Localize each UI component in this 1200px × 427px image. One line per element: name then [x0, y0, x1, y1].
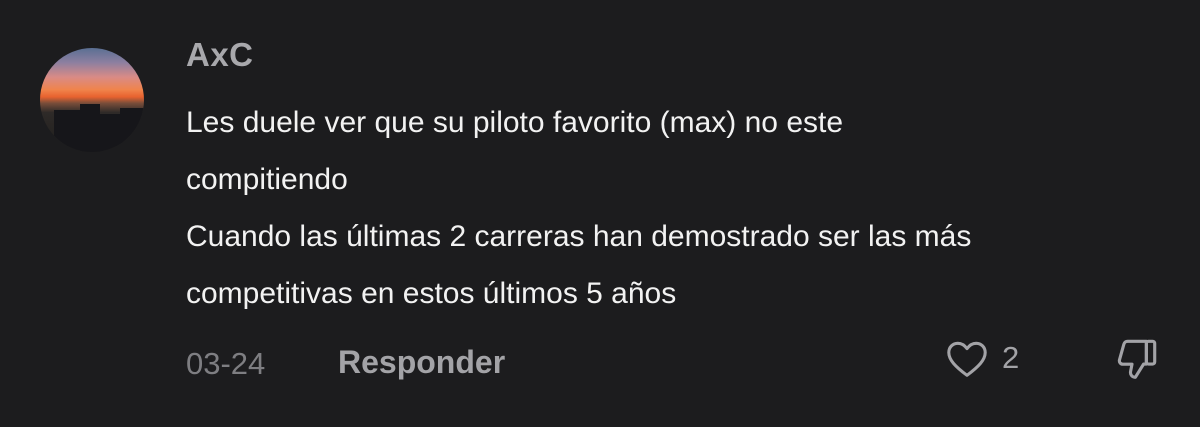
comment-line: Cuando las últimas 2 carreras han demost…	[186, 220, 972, 253]
reply-button[interactable]: Responder	[338, 344, 505, 381]
like-count: 2	[1002, 340, 1020, 375]
comment-line: compitiendo	[186, 163, 348, 196]
avatar[interactable]	[40, 48, 144, 152]
comment-text: Les duele ver que su piloto favorito (ma…	[186, 94, 1176, 322]
username[interactable]: AxC	[186, 36, 254, 74]
thumbs-down-icon	[1117, 339, 1157, 379]
comment-line: Les duele ver que su piloto favorito (ma…	[186, 106, 844, 139]
comment-card: AxC Les duele ver que su piloto favorito…	[0, 0, 1200, 427]
comment-date: 03-24	[186, 346, 266, 381]
dislike-button[interactable]	[1112, 334, 1162, 384]
comment-line: competitivas en estos últimos 5 años	[186, 277, 677, 310]
like-button[interactable]	[944, 336, 990, 382]
heart-icon	[947, 341, 987, 377]
